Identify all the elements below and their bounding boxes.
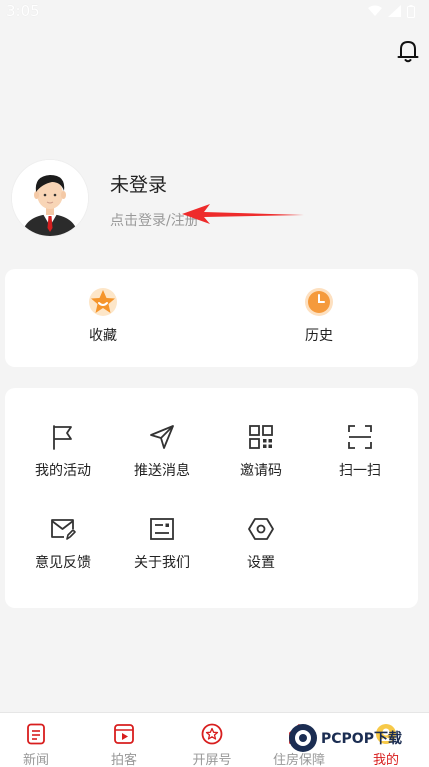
status-time: 3:05 (6, 2, 40, 20)
grid-item-label: 意见反馈 (35, 555, 91, 571)
feature-grid-card: 我的活动 推送消息 邀请码 扫一扫 意见反馈 关于我们 设置 (5, 388, 418, 608)
tab-video[interactable]: 拍客 (84, 723, 164, 767)
grid-item-label: 设置 (247, 555, 275, 571)
quick-access-card: 收藏 历史 (5, 269, 418, 367)
star-icon (89, 288, 117, 316)
tab-label: 新闻 (22, 753, 49, 767)
pcpop-watermark: PCPOP下载 (288, 718, 422, 758)
scan-icon (348, 425, 372, 449)
default-avatar-icon (12, 160, 88, 236)
battery-icon (407, 4, 415, 18)
tab-label: 开屏号 (192, 753, 232, 767)
avatar[interactable] (12, 160, 88, 236)
grid-item-label: 邀请码 (240, 463, 282, 479)
favorites-label: 收藏 (89, 328, 117, 344)
login-status-title: 未登录 (110, 174, 168, 196)
status-icons (368, 4, 415, 18)
history-button[interactable]: 历史 (259, 287, 379, 345)
wifi-icon (368, 5, 382, 16)
settings-button[interactable]: 设置 (211, 516, 311, 572)
scan-button[interactable]: 扫一扫 (310, 424, 410, 480)
info-card-icon (150, 518, 174, 540)
pcpop-logo-icon (289, 724, 317, 752)
watermark-text: PCPOP下载 (321, 731, 402, 747)
red-arrow-annotation (182, 204, 304, 224)
about-us-button[interactable]: 关于我们 (112, 516, 212, 572)
profile-header[interactable]: 未登录 点击登录/注册 (12, 160, 417, 240)
qrcode-icon (249, 425, 273, 449)
badge-icon (201, 723, 223, 745)
grid-item-label: 推送消息 (134, 463, 190, 479)
history-label: 历史 (305, 328, 333, 344)
feedback-button[interactable]: 意见反馈 (13, 516, 113, 572)
send-icon (150, 425, 174, 449)
notification-bell-icon[interactable] (395, 38, 421, 64)
my-activity-button[interactable]: 我的活动 (13, 424, 113, 480)
video-icon (114, 724, 134, 744)
signal-icon (388, 5, 401, 17)
news-icon (27, 723, 45, 745)
tab-label: 拍客 (110, 753, 137, 767)
grid-item-label: 我的活动 (35, 463, 91, 479)
status-bar: 3:05 (0, 0, 429, 22)
invite-code-button[interactable]: 邀请码 (211, 424, 311, 480)
grid-item-label: 关于我们 (134, 555, 190, 571)
push-messages-button[interactable]: 推送消息 (112, 424, 212, 480)
grid-item-label: 扫一扫 (339, 463, 381, 479)
mail-edit-icon (51, 519, 76, 540)
tab-kaiping[interactable]: 开屏号 (172, 723, 252, 767)
tab-news[interactable]: 新闻 (0, 723, 76, 767)
favorites-button[interactable]: 收藏 (43, 287, 163, 345)
settings-hexagon-icon (248, 518, 274, 540)
clock-icon (305, 288, 333, 316)
flag-icon (53, 425, 72, 450)
